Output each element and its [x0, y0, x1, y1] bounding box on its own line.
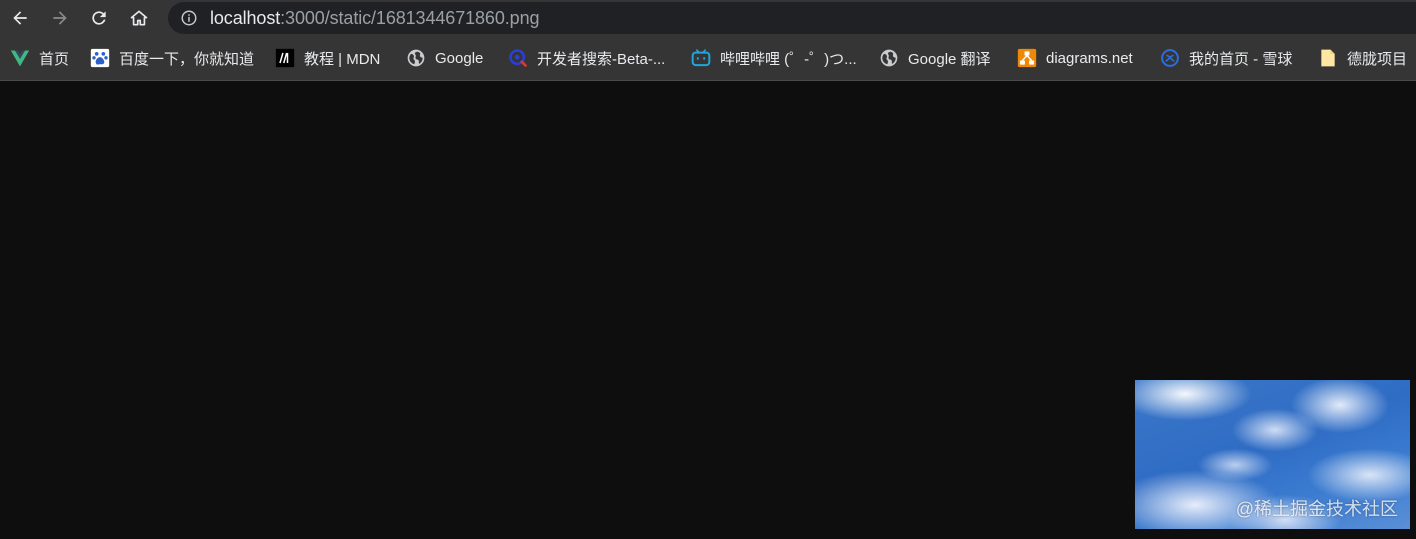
search-engine-icon	[508, 48, 528, 68]
url-host: localhost	[210, 7, 281, 28]
vue-logo-icon	[10, 48, 30, 68]
forward-button[interactable]	[45, 3, 75, 33]
bookmark-label: diagrams.net	[1046, 49, 1133, 67]
globe-icon	[406, 48, 426, 68]
xueqiu-logo-icon	[1160, 48, 1180, 68]
reload-icon	[92, 11, 106, 25]
home-button[interactable]	[124, 3, 154, 33]
bookmark-label: Google 翻译	[908, 50, 991, 68]
bookmark-xueqiu[interactable]: 我的首页 - 雪球	[1160, 47, 1292, 69]
url-path: :3000/static/1681344671860.png	[280, 7, 540, 28]
bookmark-label: 开发者搜索-Beta-...	[537, 50, 666, 68]
bookmark-label: 哔哩哔哩 (゜-゜)つ...	[720, 50, 857, 68]
watermark-text: @稀土掘金技术社区	[1235, 499, 1398, 519]
bookmark-label: Google	[435, 49, 484, 67]
bookmarks-bar: 首页 百度一下，你就知道 教程 | MDN Google 开发者搜索-Beta-…	[0, 36, 1416, 81]
reload-button[interactable]	[84, 3, 114, 33]
home-icon	[130, 10, 148, 26]
bookmark-label: 首页	[39, 50, 70, 68]
address-bar[interactable]: localhost:3000/static/1681344671860.png	[168, 2, 1416, 34]
bookmark-folder-delong[interactable]: 德胧项目	[1318, 47, 1407, 69]
bookmark-diagrams[interactable]: diagrams.net	[1017, 47, 1133, 69]
info-icon[interactable]	[179, 8, 199, 28]
baidu-paw-icon	[90, 48, 110, 68]
bookmark-google[interactable]: Google	[406, 47, 483, 69]
back-button[interactable]	[5, 3, 35, 33]
bookmark-dev-search[interactable]: 开发者搜索-Beta-...	[508, 47, 665, 69]
bookmark-mdn[interactable]: 教程 | MDN	[275, 47, 380, 69]
arrow-right-icon	[53, 11, 67, 25]
arrow-left-icon	[13, 11, 27, 25]
bookmark-label: 教程 | MDN	[304, 50, 381, 68]
bookmark-home[interactable]: 首页	[10, 47, 69, 69]
browser-toolbar: localhost:3000/static/1681344671860.png	[0, 0, 1416, 36]
mdn-logo-icon	[275, 48, 295, 68]
bookmark-google-translate[interactable]: Google 翻译	[879, 47, 991, 69]
bookmark-label: 我的首页 - 雪球	[1189, 50, 1293, 68]
bookmark-label: 百度一下，你就知道	[119, 50, 255, 68]
bookmark-baidu[interactable]: 百度一下，你就知道	[90, 47, 254, 69]
diagrams-logo-icon	[1017, 48, 1037, 68]
globe-icon	[879, 48, 899, 68]
sky-image: @稀土掘金技术社区	[1135, 380, 1410, 529]
bilibili-tv-icon	[691, 48, 711, 68]
url-text[interactable]: localhost:3000/static/1681344671860.png	[210, 8, 539, 29]
bookmark-label: 德胧项目	[1347, 50, 1408, 68]
folder-icon	[1318, 48, 1338, 68]
bookmark-bilibili[interactable]: 哔哩哔哩 (゜-゜)つ...	[691, 47, 857, 69]
